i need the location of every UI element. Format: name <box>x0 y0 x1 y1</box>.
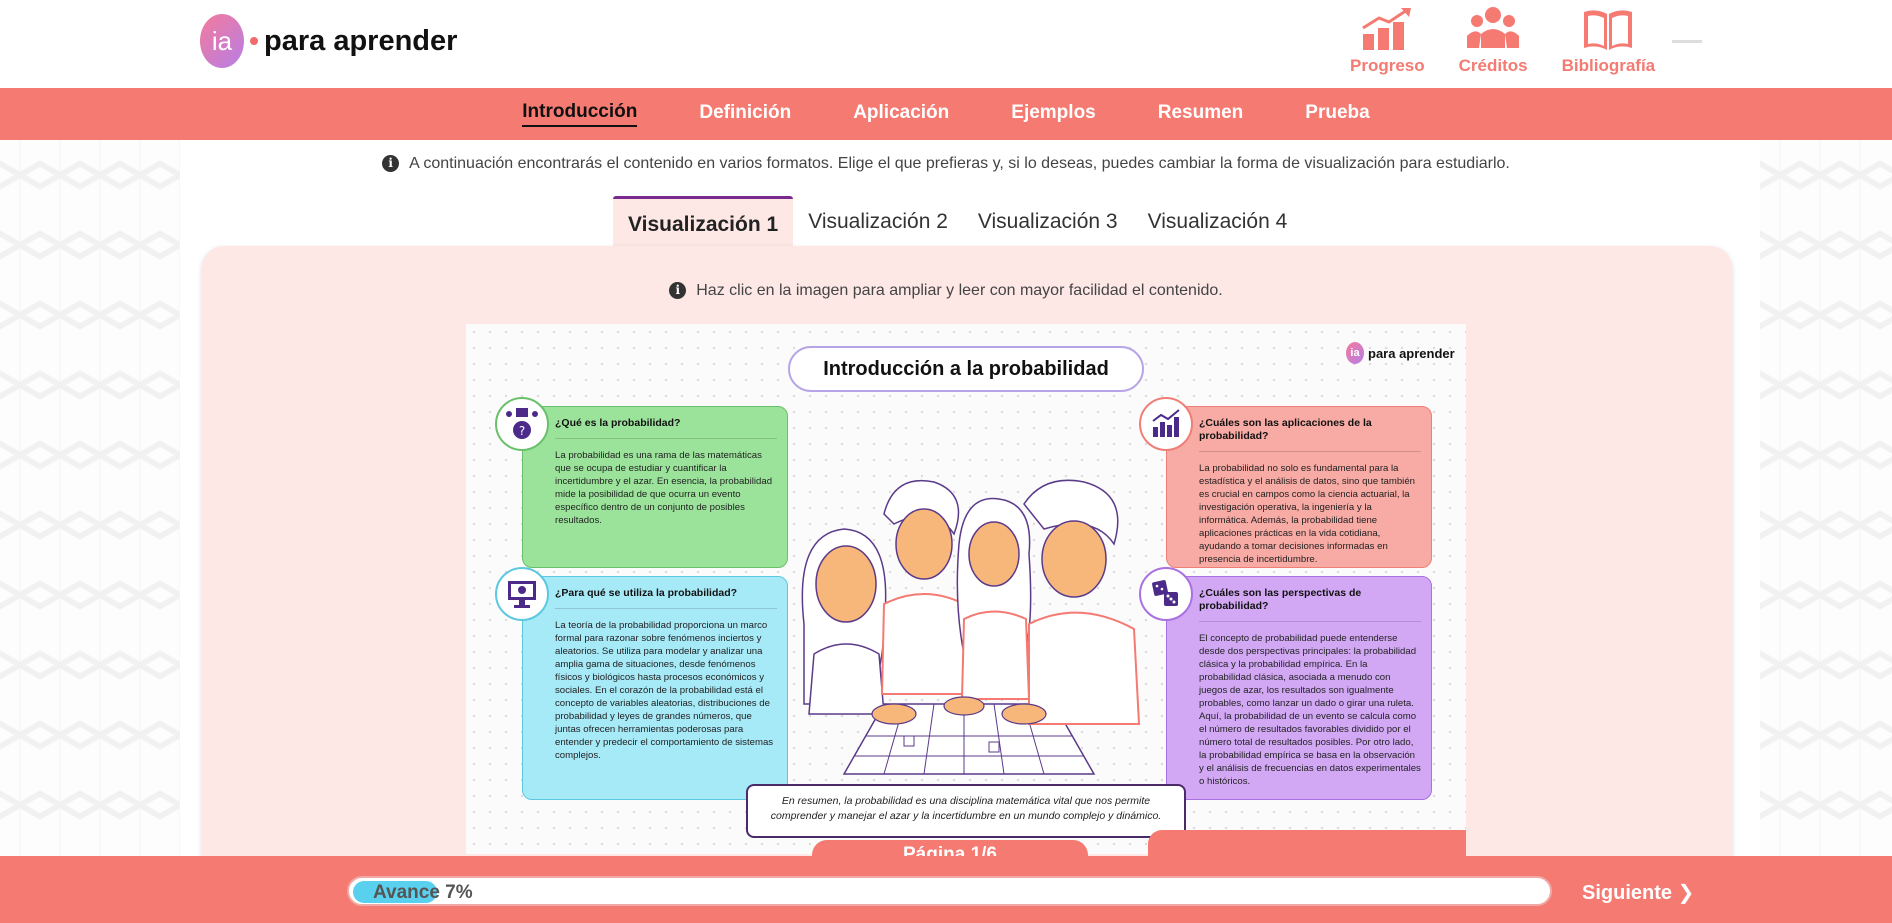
tab-visualizacion-1[interactable]: Visualización 1 <box>613 196 794 246</box>
infographic-title: Introducción a la probabilidad <box>788 346 1144 392</box>
visualization-tabs: Visualización 1 Visualización 2 Visualiz… <box>613 196 1302 246</box>
info-icon: i <box>382 155 400 172</box>
card-perspectives: ¿Cuáles son las perspectivas de probabil… <box>1139 567 1432 800</box>
svg-text:?: ? <box>519 424 525 438</box>
card-perspectives-question: ¿Cuáles son las perspectivas de probabil… <box>1199 587 1421 622</box>
nav-definicion[interactable]: Definición <box>699 102 791 126</box>
question-icon: ? <box>495 397 549 451</box>
progress-label: Avance 7% <box>373 882 473 903</box>
header: ia para aprender Progreso Créditos Bibli… <box>0 0 1892 88</box>
card-what-is: ? ¿Qué es la probabilidad? La probabilid… <box>495 397 788 568</box>
card-use-text: La teoría de la probabilidad proporciona… <box>555 620 774 761</box>
menu-icon[interactable] <box>1672 40 1702 43</box>
book-icon <box>1584 10 1633 50</box>
card-use-question: ¿Para qué se utiliza la probabilidad? <box>555 587 777 609</box>
nav-introduccion[interactable]: Introducción <box>522 101 638 127</box>
card-apps-text: La probabilidad no solo es fundamental p… <box>1199 463 1415 565</box>
infographic-logo-badge: ia <box>1346 342 1364 364</box>
tab-visualizacion-3[interactable]: Visualización 3 <box>963 196 1133 246</box>
tab-visualizacion-2[interactable]: Visualización 2 <box>793 196 963 246</box>
bar-chart-icon <box>1139 397 1193 451</box>
nav-resumen[interactable]: Resumen <box>1158 102 1244 126</box>
progress-button[interactable]: Progreso <box>1350 6 1425 76</box>
bibliography-label: Bibliografía <box>1561 56 1656 75</box>
next-button[interactable]: Siguiente ❯ <box>1582 880 1694 905</box>
card-perspectives-text: El concepto de probabilidad puede entend… <box>1199 633 1421 787</box>
section-nav: Introducción Definición Aplicación Ejemp… <box>0 88 1892 140</box>
logo[interactable]: ia para aprender <box>200 14 457 68</box>
logo-text: para aprender <box>264 24 458 57</box>
card-what-question: ¿Qué es la probabilidad? <box>555 417 777 439</box>
bibliography-button[interactable]: Bibliografía <box>1561 6 1656 76</box>
nav-prueba[interactable]: Prueba <box>1305 102 1369 126</box>
card-what-text: La probabilidad es una rama de las matem… <box>555 450 773 526</box>
card-apps-question: ¿Cuáles son las aplicaciones de la proba… <box>1199 417 1421 452</box>
card-what-for: ¿Para qué se utiliza la probabilidad? La… <box>495 567 788 800</box>
header-icons: Progreso Créditos Bibliografía <box>1350 6 1689 76</box>
infographic-image[interactable]: Introducción a la probabilidad ia para a… <box>466 324 1466 854</box>
format-info: i A continuación encontrarás el contenido… <box>0 155 1892 173</box>
infographic-logo: ia para aprender <box>1346 342 1455 364</box>
infographic-logo-text: para aprender <box>1368 345 1455 361</box>
info-icon: i <box>669 282 687 299</box>
people-icon <box>1467 7 1520 48</box>
bottom-bar: Avance 7% Siguiente ❯ <box>0 856 1892 923</box>
zoom-info: i Haz clic en la imagen para ampliar y le… <box>0 282 1892 300</box>
nav-aplicacion[interactable]: Aplicación <box>853 102 949 126</box>
logo-dot <box>250 37 258 45</box>
chart-up-icon <box>1362 8 1412 50</box>
credits-label: Créditos <box>1458 56 1528 75</box>
card-applications: ¿Cuáles son las aplicaciones de la proba… <box>1139 397 1432 568</box>
format-info-text: A continuación encontrarás el contenido … <box>409 155 1510 172</box>
progress-label: Progreso <box>1350 56 1425 75</box>
progress-bar: Avance 7% <box>347 876 1552 906</box>
credits-button[interactable]: Créditos <box>1459 6 1528 76</box>
monitor-gear-icon <box>495 567 549 621</box>
zoom-info-text: Haz clic en la imagen para ampliar y lee… <box>696 282 1223 299</box>
nav-ejemplos[interactable]: Ejemplos <box>1011 102 1095 126</box>
tab-visualizacion-4[interactable]: Visualización 4 <box>1133 196 1303 246</box>
infographic-summary: En resumen, la probabilidad es una disci… <box>746 784 1186 838</box>
logo-badge: ia <box>200 14 244 68</box>
people-illustration <box>801 479 1141 775</box>
